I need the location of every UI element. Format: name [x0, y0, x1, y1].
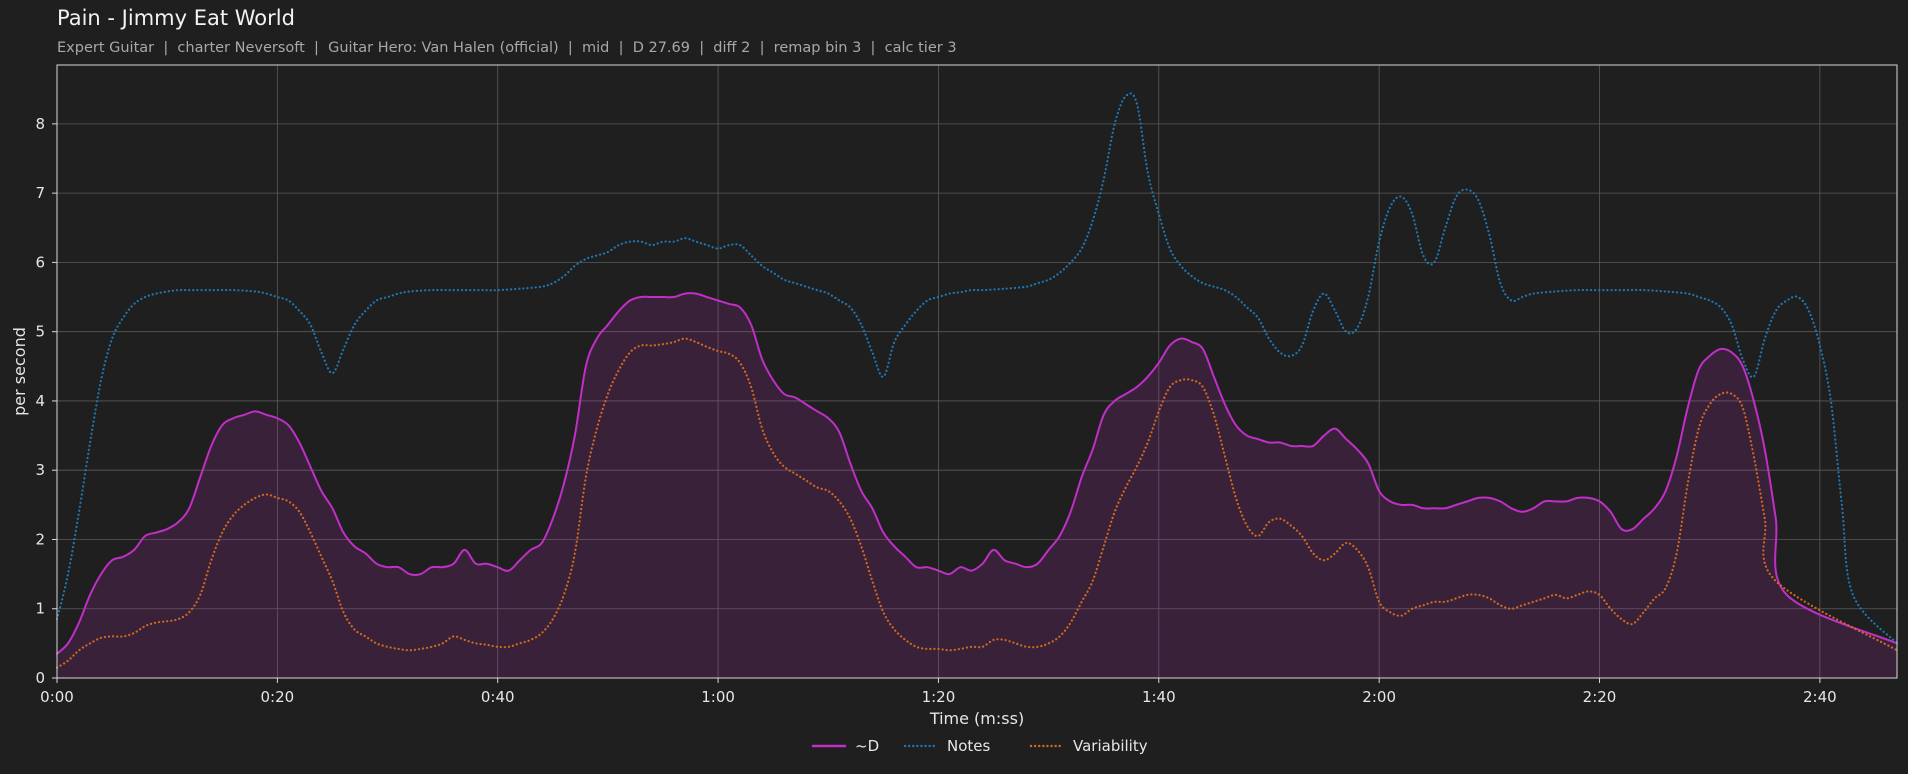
- x-tick-label: 1:20: [922, 688, 956, 706]
- y-tick-label: 4: [35, 392, 45, 410]
- y-tick-label: 1: [35, 600, 45, 618]
- y-tick-label: 2: [35, 530, 45, 548]
- y-tick-label: 0: [35, 669, 45, 687]
- y-tick-label: 6: [35, 253, 45, 271]
- x-tick-label: 0:00: [40, 688, 74, 706]
- series-layer: [55, 92, 1899, 678]
- legend: ~D Notes Variability: [811, 737, 1148, 755]
- legend-label: Variability: [1073, 737, 1148, 755]
- x-tick-label: 2:40: [1803, 688, 1837, 706]
- y-tick-label: 8: [35, 115, 45, 133]
- y-tick-label: 3: [35, 461, 45, 479]
- y-tick-label: 7: [35, 184, 45, 202]
- x-tick-label: 1:00: [701, 688, 735, 706]
- y-axis-ticks: 0 1 2 3 4 5 6 7 8: [35, 115, 57, 687]
- line-chart: 0:00 0:20 0:40 1:00 1:20 1:40 2:00 2:20 2:40 0 1 2…: [10, 64, 1899, 755]
- x-tick-label: 0:20: [261, 688, 295, 706]
- x-tick-label: 1:40: [1142, 688, 1176, 706]
- x-tick-label: 2:00: [1362, 688, 1396, 706]
- y-axis-label: per second: [10, 327, 29, 416]
- x-axis-ticks: 0:00 0:20 0:40 1:00 1:20 1:40 2:00 2:20 2:40: [40, 678, 1837, 706]
- y-tick-label: 5: [35, 323, 45, 341]
- series-area-0: [57, 293, 1897, 678]
- x-tick-label: 0:40: [481, 688, 515, 706]
- x-tick-label: 2:20: [1583, 688, 1617, 706]
- legend-label: ~D: [855, 737, 879, 755]
- legend-label: Notes: [947, 737, 991, 755]
- x-axis-label: Time (m:ss): [929, 709, 1024, 728]
